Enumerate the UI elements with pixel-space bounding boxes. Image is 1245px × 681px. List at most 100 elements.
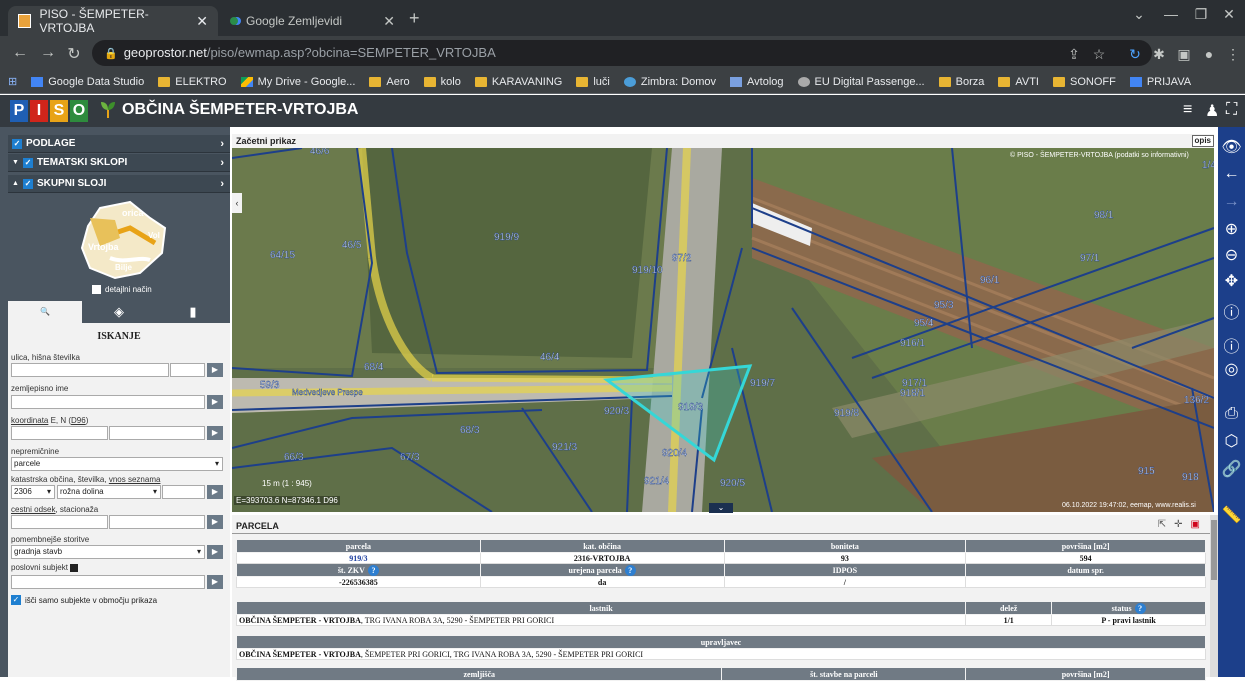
location-pin-icon[interactable]: ◎: [1218, 359, 1245, 379]
share-icon[interactable]: ⇪: [1065, 46, 1083, 63]
expand-icon[interactable]: ▲: [12, 180, 19, 187]
collapse-info-panel-button[interactable]: ⌄: [709, 503, 733, 513]
url-bar[interactable]: 🔒 geoprostor.net/piso/ewmap.asp?obcina=SE…: [92, 40, 1152, 66]
business-search-button[interactable]: ▶: [207, 575, 223, 589]
road-search-button[interactable]: ▶: [207, 515, 223, 529]
forward-icon[interactable]: →: [38, 44, 58, 62]
bookmark-item[interactable]: kolo: [423, 76, 461, 88]
bookmark-item[interactable]: Avtolog: [730, 76, 784, 88]
house-number-input[interactable]: [170, 363, 205, 377]
bookmark-item[interactable]: ELEKTRO: [158, 76, 227, 88]
close-tab-icon[interactable]: ✕: [383, 13, 395, 30]
detail-mode-toggle[interactable]: detajlni način: [92, 285, 152, 294]
puzzle-icon[interactable]: ✱: [1150, 46, 1168, 63]
road-section-link[interactable]: cestni odsek: [11, 505, 55, 514]
tab-google-maps[interactable]: Google Zemljevidi ✕: [220, 6, 405, 36]
chainage-input[interactable]: [109, 515, 205, 529]
expand-icon[interactable]: ▼: [12, 159, 19, 166]
crosshair-icon[interactable]: ✛: [1174, 519, 1182, 530]
coord-n-input[interactable]: [109, 426, 205, 440]
close-tab-icon[interactable]: ✕: [196, 13, 208, 30]
services-select[interactable]: gradnja stavb ▾: [11, 545, 205, 559]
help-icon[interactable]: ?: [1134, 602, 1146, 614]
help-icon[interactable]: ?: [367, 564, 379, 576]
road-section-input[interactable]: [11, 515, 108, 529]
info-icon[interactable]: ⓘ: [1218, 299, 1245, 323]
star-icon[interactable]: ☆: [1090, 46, 1108, 63]
checkbox-icon[interactable]: ✓: [12, 138, 22, 149]
maximize-button[interactable]: ❐: [1187, 6, 1215, 23]
parcel-number-input[interactable]: [162, 485, 205, 499]
tab-search[interactable]: 🔍: [8, 301, 82, 323]
bookmark-item[interactable]: SONOFF: [1053, 76, 1116, 88]
bookmark-item[interactable]: PRIJAVA: [1129, 76, 1191, 88]
minimize-button[interactable]: —: [1157, 6, 1185, 22]
zoom-in-icon[interactable]: ⊕: [1218, 219, 1245, 239]
coord-e-input[interactable]: [11, 426, 108, 440]
map-canvas[interactable]: 46/6 46/5 919/9 919/10 97/2 64/15 98/1 97/1 96/1…: [232, 148, 1214, 512]
tab-layers[interactable]: ◈: [82, 301, 156, 323]
cadastral-code-select[interactable]: 2306 ▾: [11, 485, 55, 499]
arrow-right-icon[interactable]: →: [1218, 193, 1245, 211]
coord-link[interactable]: koordinata: [11, 416, 48, 425]
fullscreen-icon[interactable]: ⛶: [1226, 101, 1237, 119]
cadastral-name-select[interactable]: rožna dolina ▾: [57, 485, 161, 499]
layer-podlage[interactable]: ✓ PODLAGE ›: [8, 135, 230, 153]
layer-skupni-sloji[interactable]: ▲ ✓ SKUPNI SLOJI ›: [8, 175, 230, 193]
collapse-left-panel-button[interactable]: ‹: [232, 193, 242, 213]
layer-tematski-sklopi[interactable]: ▼ ✓ TEMATSKI SKLOPI ›: [8, 154, 230, 172]
print-icon[interactable]: ⎙: [1218, 405, 1245, 423]
bookmark-item[interactable]: AVTI: [998, 76, 1039, 88]
menu-icon[interactable]: ⋮: [1224, 46, 1242, 63]
bookmark-item[interactable]: Borza: [938, 76, 984, 88]
bookmark-item[interactable]: Aero: [369, 76, 410, 88]
opis-button[interactable]: opis: [1191, 135, 1214, 147]
cursor-icon[interactable]: ⇱: [1158, 519, 1166, 530]
apps-icon[interactable]: ⊞: [8, 75, 17, 88]
checkbox-icon[interactable]: ✓: [22, 178, 33, 189]
bookmark-item[interactable]: My Drive - Google...: [240, 76, 355, 88]
geo-name-input[interactable]: [11, 395, 205, 409]
new-tab-button[interactable]: +: [409, 8, 420, 29]
street-input[interactable]: [11, 363, 169, 377]
tab-piso[interactable]: PISO - ŠEMPETER-VRTOJBA ✕: [8, 6, 218, 36]
sidepanel-icon[interactable]: ▣: [1175, 46, 1193, 63]
only-in-view-checkbox[interactable]: ✓ išči samo subjekte v območju prikaza: [11, 595, 157, 605]
bookmark-item[interactable]: luči: [576, 76, 610, 88]
parcel-search-button[interactable]: ▶: [207, 485, 223, 499]
services-search-button[interactable]: ▶: [207, 545, 223, 559]
municipality-minimap[interactable]: orica Vrtojba Vol Bilje: [70, 198, 180, 288]
bookmark-item[interactable]: KARAVANING: [474, 76, 562, 88]
geo-search-button[interactable]: ▶: [207, 395, 223, 409]
zoom-out-icon[interactable]: ⊖: [1218, 245, 1245, 265]
link-icon[interactable]: 🔗: [1218, 459, 1245, 479]
back-icon[interactable]: ←: [10, 44, 30, 62]
hamburger-menu-icon[interactable]: ≡: [1183, 101, 1192, 119]
tab-search-icon[interactable]: ⌄: [1125, 6, 1153, 23]
tab-bookmarks[interactable]: ▮: [156, 301, 230, 323]
checkbox-icon[interactable]: ✓: [22, 157, 33, 168]
user-icon[interactable]: ♟: [1205, 101, 1219, 121]
avatar[interactable]: ●: [1200, 46, 1218, 62]
bookmark-item[interactable]: EU Digital Passenge...: [797, 76, 925, 88]
pdf-icon[interactable]: ▣: [1191, 519, 1200, 530]
aerial-map[interactable]: 46/6 46/5 919/9 919/10 97/2 64/15 98/1 97/1 96/1…: [232, 148, 1214, 512]
reload-icon[interactable]: ↻: [64, 44, 84, 64]
d96-link[interactable]: D96: [71, 416, 86, 425]
checkbox-icon[interactable]: ✓: [11, 595, 21, 605]
business-input[interactable]: [11, 575, 205, 589]
list-entry-link[interactable]: vnos seznama: [109, 475, 161, 484]
bookmark-item[interactable]: Zimbra: Domov: [623, 76, 716, 88]
arrow-left-icon[interactable]: ←: [1218, 165, 1245, 183]
box-3d-icon[interactable]: ⬡: [1218, 431, 1245, 451]
ruler-icon[interactable]: 📏: [1218, 505, 1245, 525]
info-scroll-thumb[interactable]: [1211, 520, 1217, 580]
info-query-icon[interactable]: ⓘ: [1218, 333, 1245, 357]
parcel-number-cell[interactable]: 919/3: [236, 552, 481, 564]
coord-search-button[interactable]: ▶: [207, 426, 223, 440]
street-search-button[interactable]: ▶: [207, 363, 223, 377]
piso-logo[interactable]: PISO: [10, 100, 88, 122]
bookmark-item[interactable]: Google Data Studio: [31, 76, 144, 88]
checkbox-icon[interactable]: [92, 285, 101, 294]
close-window-button[interactable]: ✕: [1215, 6, 1243, 23]
